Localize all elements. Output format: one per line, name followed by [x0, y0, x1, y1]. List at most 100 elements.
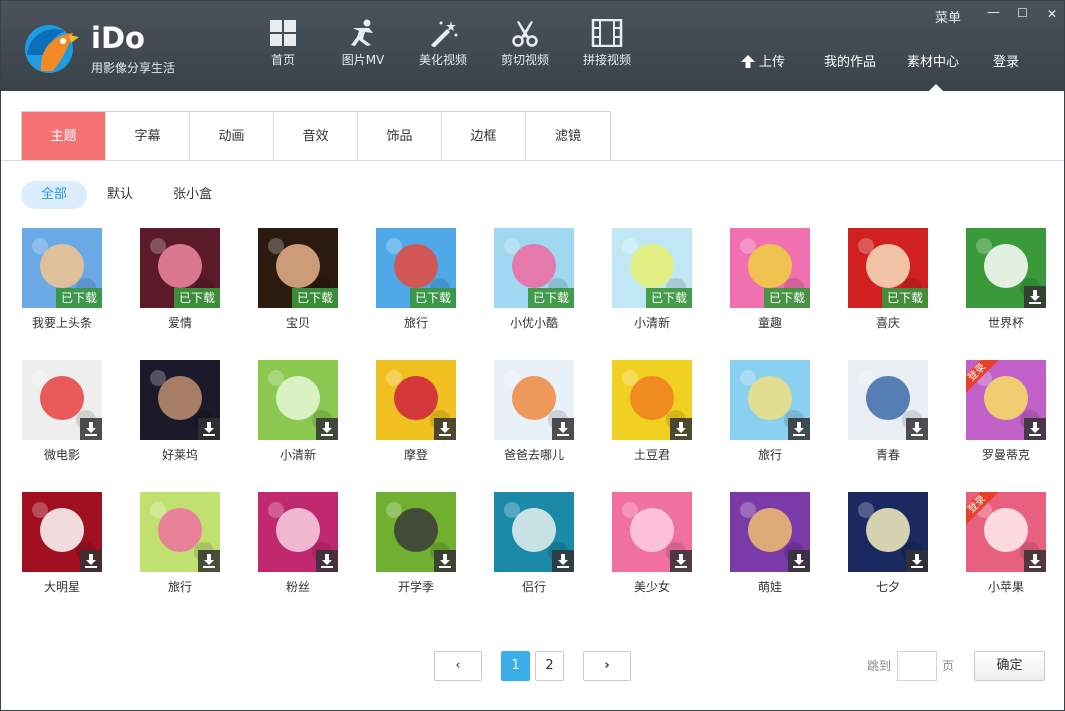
download-button[interactable] [906, 550, 928, 572]
theme-label: 开学季 [397, 580, 434, 594]
theme-item[interactable]: 粉丝 [258, 492, 338, 595]
theme-label: 粉丝 [285, 580, 310, 594]
next-page-button[interactable]: › [583, 651, 631, 681]
tab-filter[interactable]: 滤镜 [526, 112, 610, 161]
theme-label: 小苹果 [987, 580, 1024, 594]
page-jump-input[interactable] [897, 651, 937, 681]
theme-label: 罗曼蒂克 [981, 448, 1030, 462]
theme-item[interactable]: 摩登 [376, 360, 456, 463]
download-button[interactable] [1024, 418, 1046, 440]
tab-border[interactable]: 边框 [442, 112, 526, 161]
minimize-button[interactable]: — [987, 5, 1000, 20]
theme-item[interactable]: 开学季 [376, 492, 456, 595]
filter-zhang-xiaohe[interactable]: 张小盒 [153, 181, 232, 209]
tab-theme[interactable]: 主题 [22, 112, 106, 161]
menu-button[interactable]: 菜单 [935, 7, 961, 26]
theme-thumbnail: 登录 [966, 360, 1046, 440]
theme-item[interactable]: 大明星 [22, 492, 102, 595]
tab-sound-effect[interactable]: 音效 [274, 112, 358, 161]
theme-thumbnail [494, 360, 574, 440]
download-button[interactable] [552, 418, 574, 440]
download-button[interactable] [906, 418, 928, 440]
filter-all[interactable]: 全部 [21, 181, 88, 209]
download-button[interactable] [1024, 286, 1046, 308]
download-button[interactable] [316, 550, 338, 572]
theme-item[interactable]: 萌娃 [730, 492, 810, 595]
theme-thumbnail [730, 492, 810, 572]
theme-item[interactable]: 旅行 [730, 360, 810, 463]
prev-page-button[interactable]: ‹ [434, 651, 482, 681]
upload-arrow-icon [741, 55, 755, 68]
filter-default[interactable]: 默认 [87, 181, 153, 209]
theme-item[interactable]: 已下载 喜庆 [848, 228, 928, 331]
material-center-link[interactable]: 素材中心 [907, 51, 959, 70]
theme-item[interactable]: 小清新 [258, 360, 338, 463]
theme-item[interactable]: 爸爸去哪儿 [494, 360, 574, 463]
my-works-link[interactable]: 我的作品 [824, 51, 876, 70]
downloaded-badge: 已下载 [646, 288, 692, 308]
theme-item[interactable]: 七夕 [848, 492, 928, 595]
download-button[interactable] [788, 418, 810, 440]
theme-item[interactable]: 已下载 我要上头条 [22, 228, 102, 331]
downloaded-badge: 已下载 [882, 288, 928, 308]
download-button[interactable] [670, 418, 692, 440]
nav-join-video[interactable]: 拼接视频 [567, 19, 647, 68]
theme-item[interactable]: 已下载 小清新 [612, 228, 692, 331]
theme-item[interactable]: 登录 小苹果 [966, 492, 1046, 595]
theme-item[interactable]: 美少女 [612, 492, 692, 595]
jump-suffix-label: 页 [942, 659, 955, 673]
theme-item[interactable]: 已下载 童趣 [730, 228, 810, 331]
download-button[interactable] [434, 418, 456, 440]
tab-ornament[interactable]: 饰品 [358, 112, 442, 161]
download-icon [557, 554, 569, 568]
nav-cut-video-label: 剪切视频 [500, 53, 549, 67]
page-1-button[interactable]: 1 [501, 651, 530, 681]
download-icon [321, 554, 333, 568]
confirm-jump-button[interactable]: 确定 [974, 651, 1045, 681]
upload-button[interactable]: 上传 [741, 51, 785, 70]
theme-thumbnail [22, 492, 102, 572]
download-button[interactable] [670, 550, 692, 572]
page-2-button[interactable]: 2 [535, 651, 564, 681]
download-button[interactable] [198, 418, 220, 440]
download-icon [911, 554, 923, 568]
nav-beautify-video[interactable]: 美化视频 [403, 19, 483, 68]
theme-thumbnail [848, 360, 928, 440]
nav-photo-mv[interactable]: 图片MV [323, 19, 403, 68]
maximize-button[interactable]: ☐ [1017, 6, 1028, 20]
theme-item[interactable]: 已下载 旅行 [376, 228, 456, 331]
nav-cut-video[interactable]: 剪切视频 [485, 19, 565, 68]
theme-item[interactable]: 已下载 宝贝 [258, 228, 338, 331]
home-icon [270, 20, 296, 46]
theme-item[interactable]: 侣行 [494, 492, 574, 595]
theme-label: 爸爸去哪儿 [503, 448, 564, 462]
theme-label: 大明星 [43, 580, 80, 594]
theme-item[interactable]: 已下载 爱情 [140, 228, 220, 331]
theme-item[interactable]: 微电影 [22, 360, 102, 463]
theme-label: 世界杯 [987, 316, 1024, 330]
dancer-icon [351, 19, 373, 46]
theme-item[interactable]: 旅行 [140, 492, 220, 595]
download-button[interactable] [788, 550, 810, 572]
download-button[interactable] [198, 550, 220, 572]
theme-item[interactable]: 好莱坞 [140, 360, 220, 463]
close-button[interactable]: ✕ [1047, 7, 1057, 21]
download-button[interactable] [1024, 550, 1046, 572]
nav-home[interactable]: 首页 [243, 19, 323, 68]
theme-item[interactable]: 登录 罗曼蒂克 [966, 360, 1046, 463]
download-icon [439, 422, 451, 436]
download-button[interactable] [80, 418, 102, 440]
theme-item[interactable]: 世界杯 [966, 228, 1046, 331]
tabs-divider [1, 160, 1064, 161]
tab-animation[interactable]: 动画 [190, 112, 274, 161]
tab-subtitle[interactable]: 字幕 [106, 112, 190, 161]
theme-item[interactable]: 已下载 小优小酷 [494, 228, 574, 331]
download-button[interactable] [552, 550, 574, 572]
download-button[interactable] [80, 550, 102, 572]
login-link[interactable]: 登录 [993, 51, 1019, 70]
theme-item[interactable]: 青春 [848, 360, 928, 463]
download-button[interactable] [316, 418, 338, 440]
theme-item[interactable]: 土豆君 [612, 360, 692, 463]
download-button[interactable] [434, 550, 456, 572]
download-icon [911, 422, 923, 436]
